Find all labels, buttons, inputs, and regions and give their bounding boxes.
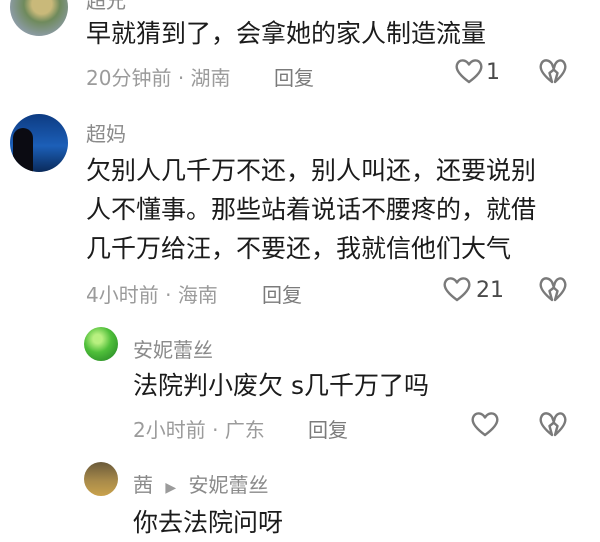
commenter-name[interactable]: 超兄 xyxy=(86,0,126,14)
comment-region: 海南 xyxy=(177,283,218,307)
avatar-figure xyxy=(13,128,33,172)
reply-button[interactable]: 回复 xyxy=(262,279,302,308)
like-button[interactable] xyxy=(470,410,500,438)
comment-meta: 4小时前 · 海南 xyxy=(86,279,218,308)
commenter-name[interactable]: 安妮蕾丝 xyxy=(133,334,213,363)
avatar[interactable] xyxy=(10,0,68,36)
comment-text-line: 欠别人几千万不还，别人叫还，还要说别 xyxy=(86,156,537,185)
broken-heart-icon xyxy=(538,275,568,303)
dislike-button[interactable] xyxy=(538,275,568,303)
comment-text-line: 早就猜到了，会拿她的家人制造流量 xyxy=(86,19,487,48)
meta-separator: · xyxy=(177,66,185,90)
comment-time: 4小时前 xyxy=(86,283,159,307)
like-button[interactable] xyxy=(442,275,472,303)
comment-text: 法院判小废欠 s几千万了吗 xyxy=(133,371,429,400)
comment-region: 湖南 xyxy=(190,66,231,90)
heart-outline-icon xyxy=(442,275,472,303)
comment-region: 广东 xyxy=(224,418,265,442)
comment-text: 你去法院问呀 xyxy=(133,508,284,537)
like-button[interactable] xyxy=(454,57,484,85)
comment-text: 欠别人几千万不还，别人叫还，还要说别 人不懂事。那些站着说话不腰疼的，就借 几千… xyxy=(86,151,536,268)
avatar[interactable] xyxy=(10,114,68,172)
comment-time: 2小时前 xyxy=(133,418,206,442)
broken-heart-icon xyxy=(538,410,568,438)
heart-outline-icon xyxy=(470,410,500,438)
commenter-name[interactable]: 超妈 xyxy=(86,118,126,147)
heart-outline-icon xyxy=(454,57,484,85)
commenter-name[interactable]: 茜 xyxy=(133,473,153,497)
comment-text-line: 人不懂事。那些站着说话不腰疼的，就借 xyxy=(86,195,537,224)
meta-separator: · xyxy=(165,283,172,307)
comment-meta: 2小时前 · 广东 xyxy=(133,414,265,443)
avatar[interactable] xyxy=(84,462,118,496)
like-count: 1 xyxy=(486,60,500,85)
like-count: 21 xyxy=(476,278,504,303)
meta-separator: · xyxy=(212,418,219,442)
avatar[interactable] xyxy=(84,327,118,361)
triangle-right-icon: ▶ xyxy=(165,480,177,496)
comment-text-line: 几千万给汪，不要还，我就信他们大气 xyxy=(86,234,512,263)
reply-button[interactable]: 回复 xyxy=(274,62,314,91)
dislike-button[interactable] xyxy=(538,57,568,85)
reply-button[interactable]: 回复 xyxy=(308,414,348,443)
comment-meta: 20分钟前 · 湖南 xyxy=(86,62,231,91)
comment-time: 20分钟前 xyxy=(86,66,172,90)
broken-heart-icon xyxy=(538,57,568,85)
reply-to-name[interactable]: 安妮蕾丝 xyxy=(189,473,269,497)
reply-header: 茜 ▶ 安妮蕾丝 xyxy=(133,469,269,498)
dislike-button[interactable] xyxy=(538,410,568,438)
comment-text: 早就猜到了，会拿她的家人制造流量 xyxy=(86,14,486,53)
